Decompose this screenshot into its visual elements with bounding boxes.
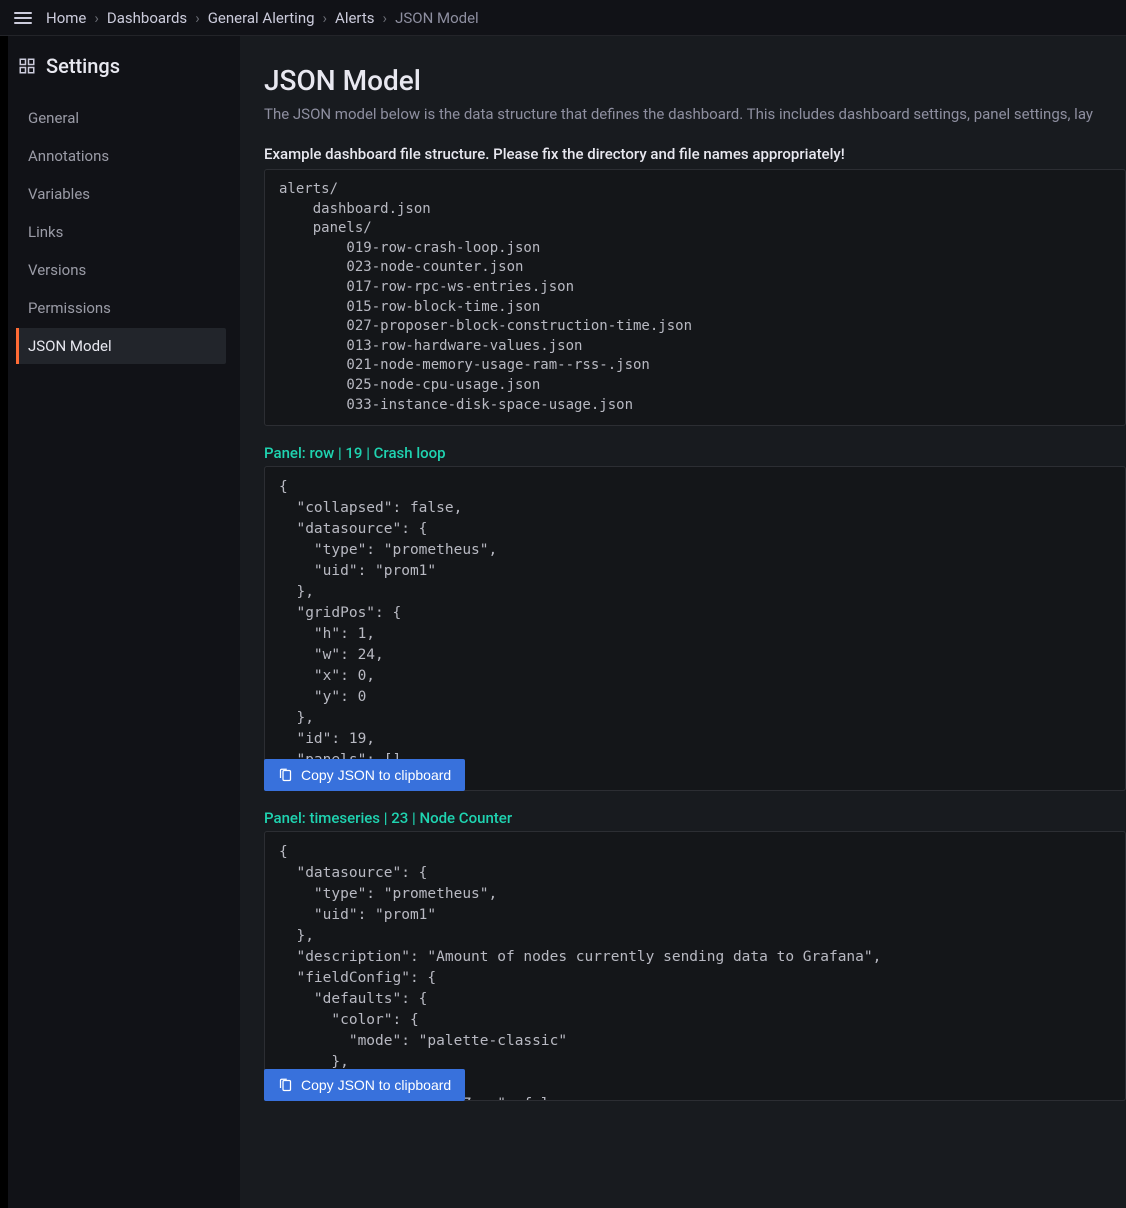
apps-icon <box>18 57 36 75</box>
sidebar-item-json-model[interactable]: JSON Model <box>16 328 226 364</box>
sidebar-title: Settings <box>16 54 226 78</box>
chevron-right-icon: › <box>383 9 388 27</box>
sidebar-item-annotations[interactable]: Annotations <box>16 138 226 174</box>
left-rail <box>0 36 8 1208</box>
panel-header: Panel: row | 19 | Crash loop <box>264 444 1126 462</box>
sidebar-item-versions[interactable]: Versions <box>16 252 226 288</box>
chevron-right-icon: › <box>195 9 200 27</box>
breadcrumb-link[interactable]: General Alerting <box>208 9 315 27</box>
breadcrumb-current: JSON Model <box>395 9 479 27</box>
chevron-right-icon: › <box>323 9 328 27</box>
sidebar-item-general[interactable]: General <box>16 100 226 136</box>
panel-header: Panel: timeseries | 23 | Node Counter <box>264 809 1126 827</box>
breadcrumb-link[interactable]: Dashboards <box>107 9 187 27</box>
clipboard-icon <box>278 1078 293 1093</box>
example-structure-label: Example dashboard file structure. Please… <box>264 145 1126 163</box>
json-panel: { "datasource": { "type": "prometheus", … <box>264 831 1126 1101</box>
settings-sidebar: Settings General Annotations Variables L… <box>8 36 240 1208</box>
menu-icon[interactable] <box>14 9 32 27</box>
clipboard-icon <box>278 768 293 783</box>
sidebar-item-links[interactable]: Links <box>16 214 226 250</box>
json-panel: { "collapsed": false, "datasource": { "t… <box>264 466 1126 791</box>
main-content: JSON Model The JSON model below is the d… <box>240 36 1126 1208</box>
chevron-right-icon: › <box>94 9 99 27</box>
breadcrumb-link[interactable]: Alerts <box>335 9 375 27</box>
file-structure-code[interactable]: alerts/ dashboard.json panels/ 019-row-c… <box>264 169 1126 426</box>
topbar: Home › Dashboards › General Alerting › Aler… <box>0 0 1126 36</box>
copy-json-button[interactable]: Copy JSON to clipboard <box>264 759 465 791</box>
sidebar-item-permissions[interactable]: Permissions <box>16 290 226 326</box>
breadcrumb-link[interactable]: Home <box>46 9 86 27</box>
copy-json-button[interactable]: Copy JSON to clipboard <box>264 1069 465 1101</box>
page-description: The JSON model below is the data structu… <box>264 105 1126 123</box>
page-title: JSON Model <box>264 64 1126 97</box>
sidebar-item-variables[interactable]: Variables <box>16 176 226 212</box>
breadcrumbs: Home › Dashboards › General Alerting › Aler… <box>46 9 479 27</box>
json-code[interactable]: { "collapsed": false, "datasource": { "t… <box>264 466 1126 791</box>
json-code[interactable]: { "datasource": { "type": "prometheus", … <box>264 831 1126 1101</box>
